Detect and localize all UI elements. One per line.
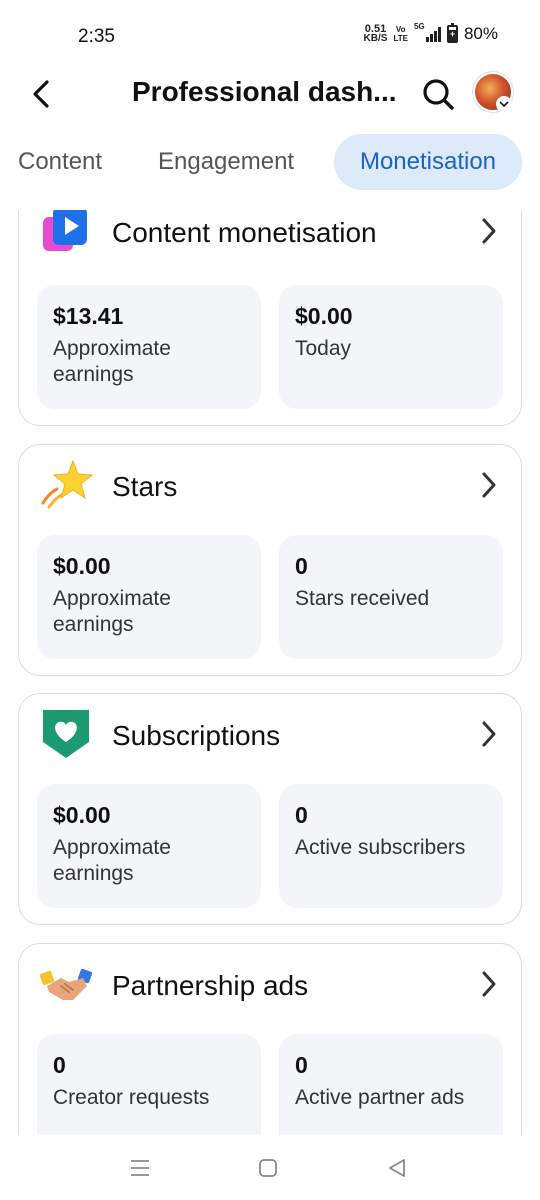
partnership-ads-card[interactable]: Partnership ads 0 Creator requests 0 Act… bbox=[18, 943, 522, 1135]
battery-percent: 80% bbox=[463, 24, 498, 43]
tile-label: Active partner ads bbox=[295, 1086, 465, 1109]
menu-icon bbox=[131, 1160, 149, 1176]
card-title: Content monetisation bbox=[112, 217, 377, 248]
approximate-earnings-tile[interactable]: $13.41 Approximate earnings bbox=[37, 285, 261, 409]
back-button[interactable] bbox=[26, 74, 56, 114]
tile-value: $0.00 bbox=[53, 553, 111, 579]
chevron-right-icon[interactable] bbox=[477, 213, 501, 249]
volte-icon: Vo LTE bbox=[393, 25, 408, 43]
stars-received-tile[interactable]: 0 Stars received bbox=[279, 535, 503, 659]
tile-label: Stars received bbox=[295, 587, 430, 610]
subscriptions-card[interactable]: Subscriptions $0.00 Approximate earnings… bbox=[18, 693, 522, 925]
tile-value: 0 bbox=[295, 553, 308, 579]
tile-label: Active subscribers bbox=[295, 836, 466, 859]
tile-label: Approximate earnings bbox=[53, 836, 171, 885]
content-monetisation-card[interactable]: Content monetisation $13.41 Approximate … bbox=[18, 210, 522, 426]
handshake-icon bbox=[39, 968, 93, 1000]
tile-label: Creator requests bbox=[53, 1086, 210, 1109]
tile-value: $0.00 bbox=[53, 802, 111, 828]
account-switch-chevron-icon[interactable] bbox=[496, 96, 512, 112]
monetisation-scroll-area[interactable]: Content monetisation $13.41 Approximate … bbox=[0, 210, 540, 1135]
approximate-earnings-tile[interactable]: $0.00 Approximate earnings bbox=[37, 535, 261, 659]
back-arrow-icon bbox=[33, 80, 49, 108]
creator-requests-tile[interactable]: 0 Creator requests bbox=[37, 1034, 261, 1135]
card-title: Partnership ads bbox=[112, 970, 309, 1001]
tile-value: $13.41 bbox=[53, 303, 124, 329]
back-nav-button[interactable] bbox=[377, 1153, 417, 1183]
dashboard-tabs: Content Engagement Monetisation bbox=[0, 134, 540, 190]
network-speed: 0.51 KB/S bbox=[363, 24, 388, 44]
battery-icon: + bbox=[446, 23, 458, 43]
active-subscribers-tile[interactable]: 0 Active subscribers bbox=[279, 784, 503, 908]
recent-apps-button[interactable] bbox=[120, 1153, 160, 1183]
tab-engagement[interactable]: Engagement bbox=[140, 134, 312, 190]
network-speed-unit: KB/S bbox=[363, 33, 388, 44]
approximate-earnings-tile[interactable]: $0.00 Approximate earnings bbox=[37, 784, 261, 908]
top-app-bar: Professional dash... bbox=[0, 72, 540, 118]
tile-value: 0 bbox=[295, 1052, 308, 1078]
card-header[interactable]: Content monetisation bbox=[19, 210, 521, 271]
card-header[interactable]: Partnership ads bbox=[19, 944, 521, 1024]
chevron-right-icon[interactable] bbox=[477, 716, 501, 752]
card-title: Subscriptions bbox=[112, 720, 281, 751]
tile-label: Approximate earnings bbox=[53, 587, 171, 636]
tile-value: 0 bbox=[295, 802, 308, 828]
chevron-right-icon[interactable] bbox=[477, 467, 501, 503]
status-bar: 2:35 0.51 KB/S Vo LTE 5G + 80% bbox=[0, 0, 540, 72]
search-button[interactable] bbox=[420, 74, 456, 114]
active-partner-ads-tile[interactable]: 0 Active partner ads bbox=[279, 1034, 503, 1135]
card-header[interactable]: Stars bbox=[19, 445, 521, 525]
status-icons: 0.51 KB/S Vo LTE 5G + 80% bbox=[363, 22, 498, 44]
card-header[interactable]: Subscriptions bbox=[19, 694, 521, 774]
signal-icon: 5G bbox=[414, 22, 441, 42]
heart-badge-icon bbox=[43, 710, 89, 758]
stars-card[interactable]: Stars $0.00 Approximate earnings 0 Stars… bbox=[18, 444, 522, 676]
star-icon bbox=[41, 459, 93, 509]
status-time: 2:35 bbox=[78, 26, 115, 47]
search-icon bbox=[423, 79, 454, 110]
tab-monetisation[interactable]: Monetisation bbox=[334, 134, 522, 190]
home-button[interactable] bbox=[248, 1153, 288, 1183]
tile-label: Today bbox=[295, 337, 352, 360]
system-nav-bar bbox=[0, 1135, 540, 1200]
tile-label: Approximate earnings bbox=[53, 337, 171, 386]
tile-value: 0 bbox=[53, 1052, 66, 1078]
page-title: Professional dash... bbox=[132, 76, 397, 107]
card-title: Stars bbox=[112, 471, 178, 502]
content-monetisation-icon bbox=[43, 210, 87, 251]
network-type: 5G bbox=[413, 22, 425, 31]
home-square-icon bbox=[259, 1159, 277, 1177]
today-tile[interactable]: $0.00 Today bbox=[279, 285, 503, 409]
back-triangle-icon bbox=[389, 1159, 405, 1177]
tab-content[interactable]: Content bbox=[0, 134, 120, 190]
tile-value: $0.00 bbox=[295, 303, 353, 329]
chevron-right-icon[interactable] bbox=[477, 966, 501, 1002]
